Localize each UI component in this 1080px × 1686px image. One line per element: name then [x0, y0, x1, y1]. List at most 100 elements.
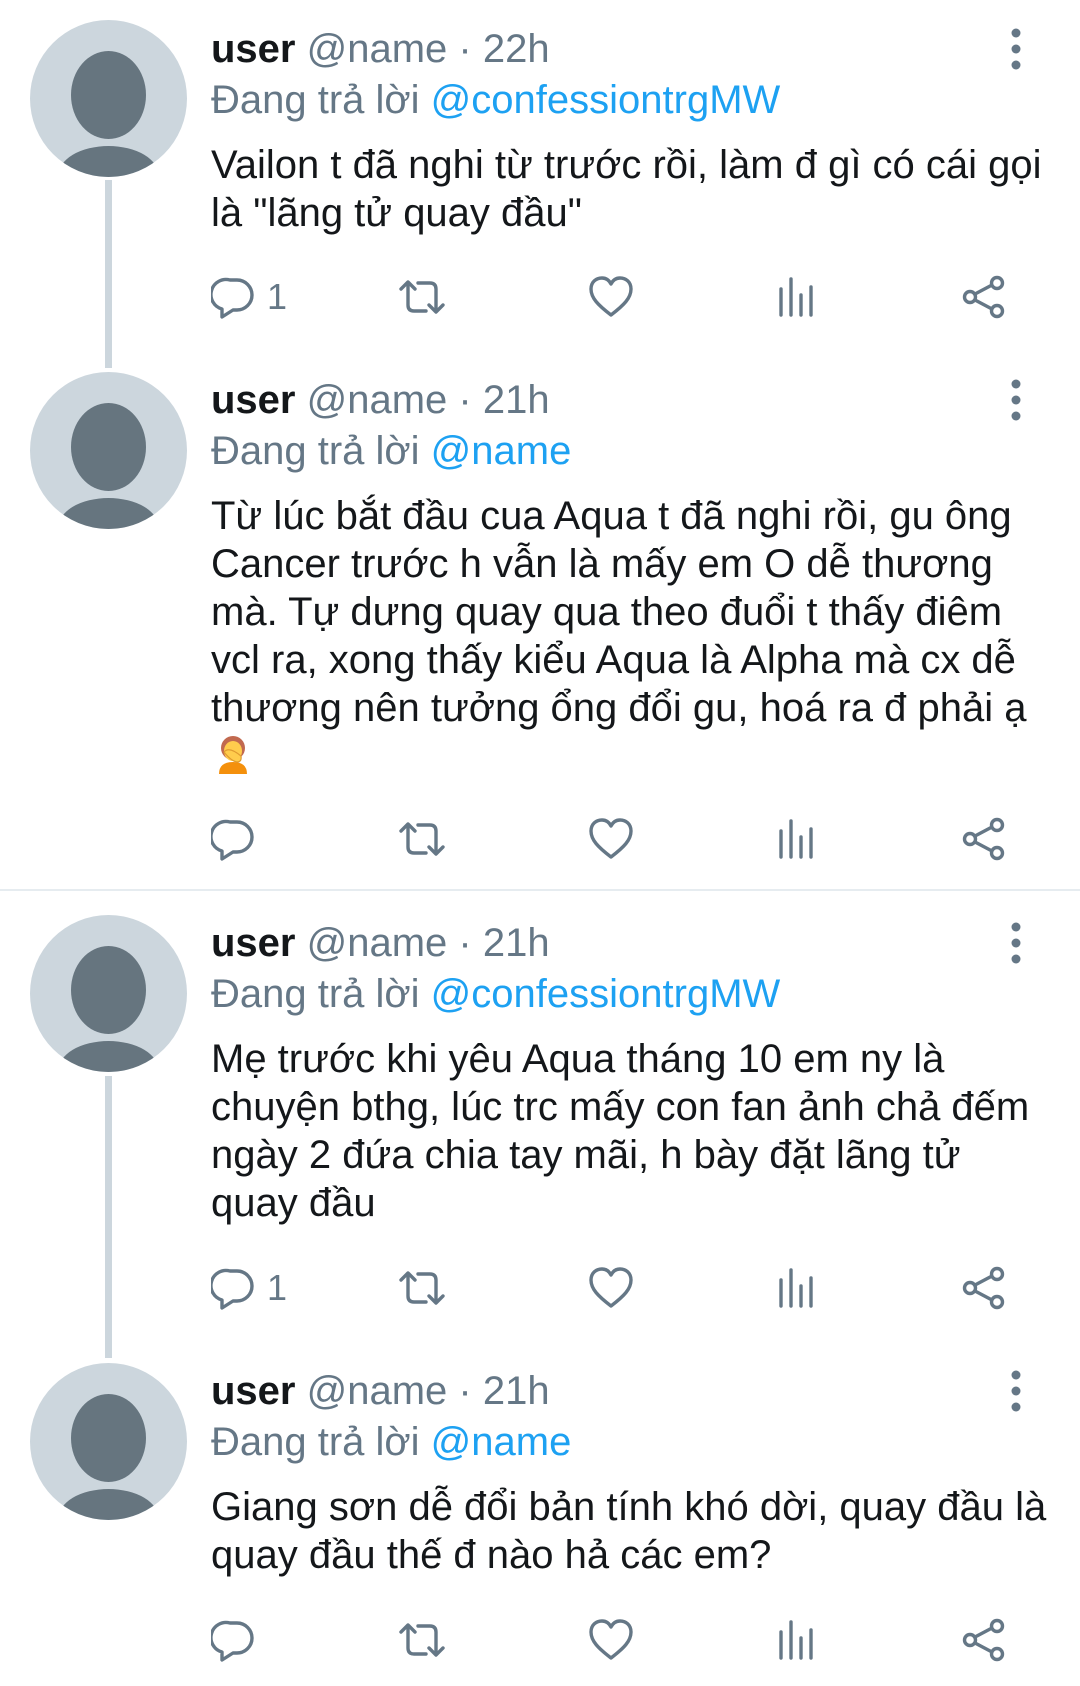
action-bar	[211, 816, 1011, 862]
analytics-icon	[779, 277, 813, 317]
tweet-text: Từ lúc bắt đầu cua Aqua t đã nghi rồi, g…	[211, 494, 1027, 730]
like-button[interactable]	[588, 1265, 634, 1311]
tweet-text: Giang sơn dễ đổi bản tính khó dời, quay …	[211, 1485, 1047, 1577]
more-options-icon[interactable]	[1001, 377, 1031, 423]
share-button[interactable]	[961, 1265, 1007, 1311]
avatar[interactable]	[30, 1363, 187, 1520]
reply-prefix: Đang trả lời	[211, 1420, 420, 1464]
reply-context: Đang trả lời @confessiontrgMW	[211, 77, 780, 123]
tweet-header: user @name · 21h	[211, 377, 550, 423]
username[interactable]: user	[211, 27, 296, 71]
analytics-button[interactable]	[776, 274, 816, 320]
like-button[interactable]	[588, 1617, 634, 1663]
analytics-button[interactable]	[776, 1617, 816, 1663]
timestamp[interactable]: 21h	[483, 378, 550, 422]
analytics-button[interactable]	[776, 1265, 816, 1311]
more-options-icon[interactable]	[1001, 1368, 1031, 1414]
timestamp[interactable]: 22h	[483, 27, 550, 71]
heart-icon	[589, 1267, 633, 1308]
heart-icon	[589, 1619, 633, 1660]
reply-mention-link[interactable]: @name	[431, 1420, 572, 1464]
avatar-shoulders-shape	[58, 1489, 159, 1520]
handle[interactable]: @name	[307, 1369, 448, 1413]
analytics-button[interactable]	[776, 816, 816, 862]
action-bar	[211, 1617, 1011, 1663]
reply-button[interactable]: 1	[211, 274, 287, 320]
separator-dot: ·	[458, 27, 472, 71]
analytics-icon	[779, 1620, 813, 1660]
heart-icon	[589, 276, 633, 317]
retweet-button[interactable]	[397, 1265, 447, 1311]
reply-mention-link[interactable]: @confessiontrgMW	[431, 972, 781, 1016]
share-button[interactable]	[961, 816, 1007, 862]
action-bar: 1	[211, 274, 1011, 320]
reply-context: Đang trả lời @name	[211, 428, 571, 474]
retweet-icon	[399, 1623, 445, 1657]
avatar-shoulders-shape	[58, 498, 159, 529]
reply-prefix: Đang trả lời	[211, 972, 420, 1016]
handle[interactable]: @name	[307, 921, 448, 965]
reply-prefix: Đang trả lời	[211, 78, 420, 122]
handle[interactable]: @name	[307, 27, 448, 71]
reply-button[interactable]: 1	[211, 1265, 287, 1311]
avatar-shoulders-shape	[58, 146, 159, 177]
reply-icon	[211, 1620, 254, 1662]
share-icon	[962, 817, 1005, 861]
person-facepalming-emoji-icon	[219, 736, 247, 774]
retweet-button[interactable]	[397, 1617, 447, 1663]
share-icon	[962, 1618, 1005, 1662]
reply-icon	[211, 277, 254, 319]
thread-line	[105, 1076, 112, 1358]
reply-context: Đang trả lời @name	[211, 1419, 571, 1465]
reply-count: 1	[267, 1267, 288, 1308]
retweet-button[interactable]	[397, 816, 447, 862]
avatar-head-shape	[71, 1394, 146, 1482]
reply-context: Đang trả lời @confessiontrgMW	[211, 971, 780, 1017]
separator-dot: ·	[458, 1369, 472, 1413]
avatar-head-shape	[71, 51, 146, 139]
like-button[interactable]	[588, 816, 634, 862]
separator-dot: ·	[458, 921, 472, 965]
tweet-text-block: Từ lúc bắt đầu cua Aqua t đã nghi rồi, g…	[211, 492, 1051, 781]
retweet-icon	[399, 822, 445, 856]
handle[interactable]: @name	[307, 378, 448, 422]
separator-dot: ·	[458, 378, 472, 422]
more-options-icon[interactable]	[1001, 26, 1031, 72]
reply-icon	[211, 1268, 254, 1310]
avatar-head-shape	[71, 403, 146, 491]
timestamp[interactable]: 21h	[483, 921, 550, 965]
share-button[interactable]	[961, 1617, 1007, 1663]
action-bar: 1	[211, 1265, 1011, 1311]
reply-button[interactable]	[211, 1617, 267, 1663]
more-options-icon[interactable]	[1001, 920, 1031, 966]
analytics-icon	[779, 1268, 813, 1308]
retweet-button[interactable]	[397, 274, 447, 320]
avatar[interactable]	[30, 20, 187, 177]
retweet-icon	[399, 1271, 445, 1305]
tweet-text: Vailon t đã nghi từ trước rồi, làm đ gì …	[211, 143, 1042, 235]
tweet-header: user @name · 21h	[211, 920, 550, 966]
reply-button[interactable]	[211, 816, 267, 862]
reply-icon	[211, 819, 254, 861]
share-icon	[962, 1266, 1005, 1310]
heart-icon	[589, 818, 633, 859]
avatar-head-shape	[71, 946, 146, 1034]
thread-separator	[0, 889, 1080, 891]
reply-prefix: Đang trả lời	[211, 429, 420, 473]
avatar[interactable]	[30, 372, 187, 529]
retweet-icon	[399, 280, 445, 314]
username[interactable]: user	[211, 378, 296, 422]
thread-line	[105, 180, 112, 368]
avatar[interactable]	[30, 915, 187, 1072]
share-button[interactable]	[961, 274, 1007, 320]
share-icon	[962, 275, 1005, 319]
avatar-shoulders-shape	[58, 1041, 159, 1072]
reply-count: 1	[267, 276, 288, 317]
reply-mention-link[interactable]: @name	[431, 429, 572, 473]
timestamp[interactable]: 21h	[483, 1369, 550, 1413]
reply-mention-link[interactable]: @confessiontrgMW	[431, 78, 781, 122]
username[interactable]: user	[211, 921, 296, 965]
like-button[interactable]	[588, 274, 634, 320]
tweet-header: user @name · 22h	[211, 26, 550, 72]
username[interactable]: user	[211, 1369, 296, 1413]
